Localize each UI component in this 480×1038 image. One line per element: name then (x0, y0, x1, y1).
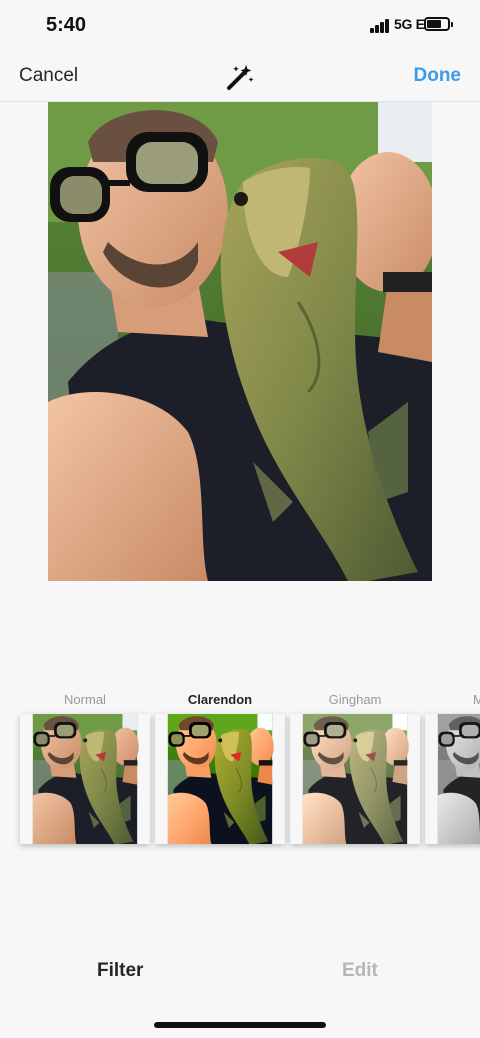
tab-edit[interactable]: Edit (342, 960, 378, 982)
filter-thumbnail[interactable] (290, 714, 420, 844)
filter-normal[interactable]: Normal (20, 688, 150, 844)
status-bar: 5:40 5G E (0, 0, 480, 52)
status-time: 5:40 (46, 14, 87, 36)
filter-label: Gingham (328, 692, 382, 707)
done-button[interactable]: Done (414, 65, 462, 87)
filter-strip[interactable]: Normal Clarendon Gingham M (0, 688, 480, 858)
cancel-button[interactable]: Cancel (19, 65, 78, 87)
filter-thumbnail[interactable] (425, 714, 480, 844)
filter-label: Normal (64, 692, 106, 707)
nav-bar: Cancel Done (0, 52, 480, 102)
filter-thumbnail[interactable] (20, 714, 150, 844)
filter-label: M (473, 692, 480, 707)
tab-filter[interactable]: Filter (97, 960, 143, 982)
filter-gingham[interactable]: Gingham (290, 688, 420, 844)
filter-label: Clarendon (187, 692, 253, 707)
battery-icon (424, 17, 453, 31)
filter-clarendon[interactable]: Clarendon (155, 688, 285, 844)
filter-thumbnail[interactable] (155, 714, 285, 844)
filter-moon[interactable]: M (425, 688, 480, 844)
network-label: 5G E (394, 16, 425, 32)
home-indicator (154, 1022, 326, 1028)
signal-icon (370, 19, 390, 33)
photo-preview (48, 102, 432, 581)
magic-wand-icon[interactable] (224, 62, 256, 92)
